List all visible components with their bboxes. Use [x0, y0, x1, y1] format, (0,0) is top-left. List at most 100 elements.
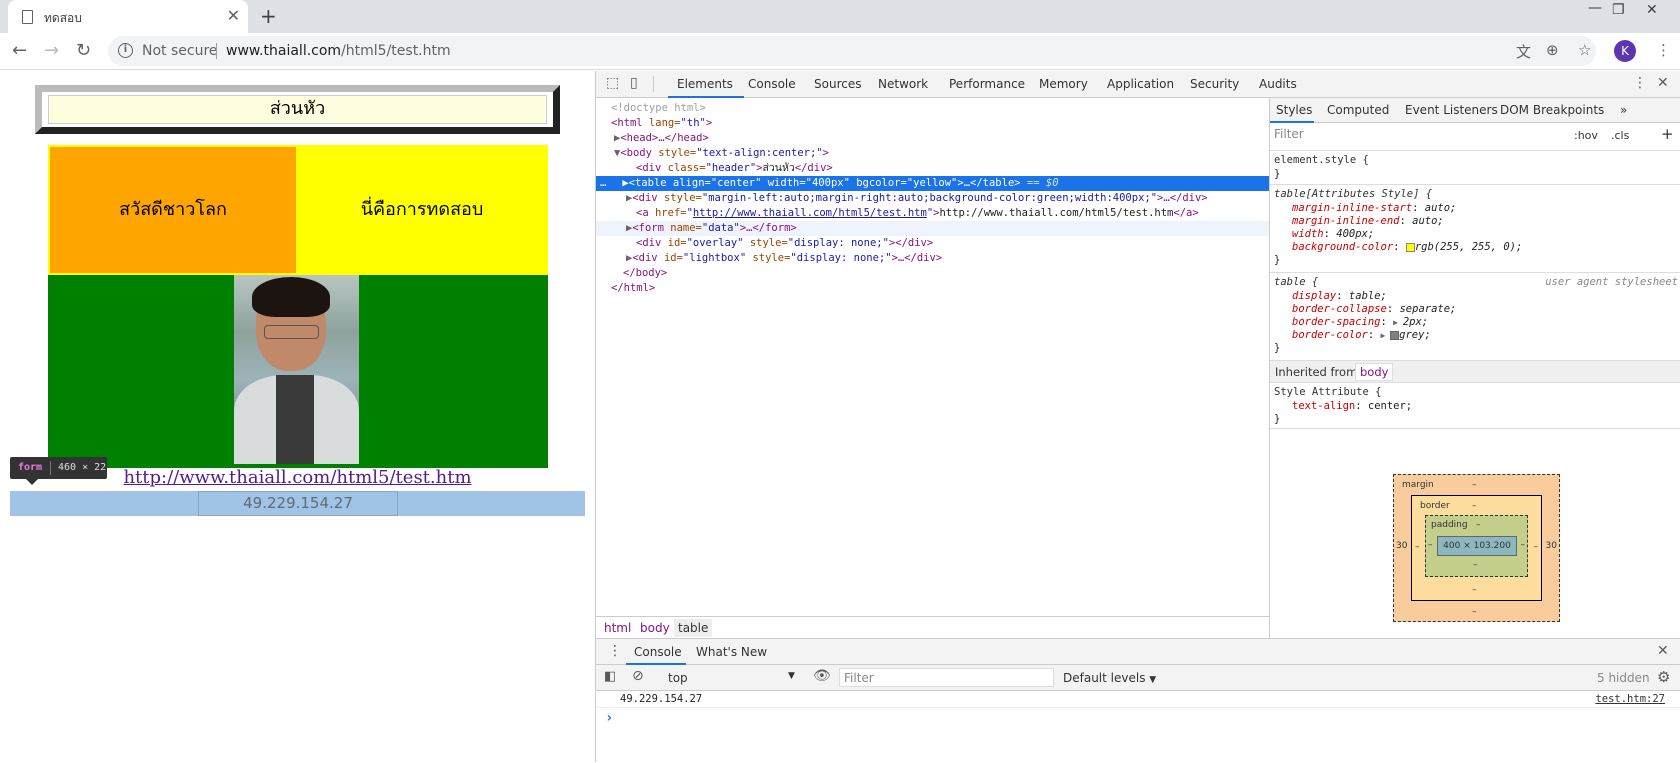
dom-line[interactable]: ▶<div id="lightbox" style="display: none…	[596, 251, 1269, 266]
page-link-text[interactable]: http://www.thaiall.com/html5/test.htm	[123, 467, 471, 488]
drawer-tab-whats-new[interactable]: What's New	[696, 645, 767, 659]
dom-line-hovered[interactable]: ▶<form name="data">…</form>	[596, 221, 1269, 236]
security-status[interactable]: Not secure	[142, 43, 218, 59]
tab-audits[interactable]: Audits	[1259, 77, 1297, 91]
box-model-content: 400 × 103.200	[1437, 536, 1517, 556]
tooltip-dims: 460 × 22	[58, 462, 107, 473]
tab-computed[interactable]: Computed	[1327, 103, 1389, 117]
tab-console[interactable]: Console	[748, 77, 796, 91]
avatar[interactable]: K	[1614, 40, 1636, 62]
dom-line[interactable]: </html>	[596, 281, 1269, 296]
styles-filter-input[interactable]: Filter	[1274, 127, 1574, 145]
bookmark-star-icon[interactable]: ☆	[1578, 41, 1591, 59]
add-rule-icon[interactable]: +	[1661, 125, 1674, 143]
page-icon	[22, 10, 33, 24]
inherited-header: Inherited from body	[1270, 360, 1680, 382]
console-filter-input[interactable]: Filter	[839, 668, 1054, 687]
url-path: /html5/test.htm	[341, 43, 451, 59]
context-select[interactable]: top	[668, 671, 688, 685]
dom-line[interactable]: ▶<head>…</head>	[596, 131, 1269, 146]
drawer-tabbar: ⋮ Console What's New ✕	[596, 639, 1680, 665]
tab-elements[interactable]: Elements	[677, 77, 733, 91]
dom-line[interactable]: <div id="overlay" style="display: none;"…	[596, 236, 1269, 251]
ip-input[interactable]: 49.229.154.27	[198, 491, 398, 516]
inherited-tag[interactable]: body	[1355, 363, 1394, 381]
info-icon[interactable]: i	[118, 43, 133, 58]
forward-icon[interactable]: →	[44, 40, 59, 61]
address-bar[interactable]: i Not secure www.thaiall.com/html5/test.…	[108, 36, 1596, 66]
eye-icon[interactable]: 👁	[813, 668, 831, 684]
inspect-element-icon[interactable]: ⬚	[606, 75, 619, 91]
tab-performance[interactable]: Performance	[949, 77, 1025, 91]
breadcrumb-body[interactable]: body	[640, 621, 670, 635]
hov-toggle[interactable]: :hov	[1574, 129, 1598, 142]
css-property[interactable]: border-collapse: separate;	[1292, 302, 1456, 316]
tab-event-listeners[interactable]: Event Listeners	[1405, 103, 1498, 117]
cls-toggle[interactable]: .cls	[1611, 129, 1629, 142]
tab-network[interactable]: Network	[878, 77, 928, 91]
rule-table-ua: table { user agent stylesheet display: t…	[1270, 272, 1680, 360]
color-swatch[interactable]	[1390, 330, 1400, 340]
page-header: ส่วนหัว	[48, 95, 547, 124]
clear-console-icon[interactable]: ⊘	[632, 668, 644, 684]
css-property[interactable]: width: 400px;	[1292, 227, 1374, 241]
hidden-count: 5 hidden	[1597, 671, 1650, 685]
green-div	[48, 275, 548, 468]
close-window-icon[interactable]: ✕	[1646, 2, 1658, 18]
css-property[interactable]: border-color: ▶ grey;	[1292, 328, 1431, 343]
dom-line[interactable]: <a href="http://www.thaiall.com/html5/te…	[596, 206, 1269, 221]
css-property[interactable]: margin-inline-end: auto;	[1292, 214, 1444, 228]
dom-line-selected[interactable]: … ▶<table align="center" width="400px" bg…	[596, 176, 1269, 191]
css-property[interactable]: background-color: rgb(255, 255, 0);	[1292, 240, 1522, 254]
dom-line[interactable]: <div class="header">ส่วนหัว</div>	[596, 161, 1269, 176]
url-text[interactable]: www.thaiall.com/html5/test.htm	[226, 43, 451, 59]
restore-icon[interactable]: ❐	[1612, 2, 1625, 18]
tab-title: ทดสอบ	[44, 11, 82, 25]
source-link[interactable]: test.htm:27	[1595, 693, 1665, 705]
new-tab-button[interactable]: +	[260, 4, 277, 28]
styles-tabbar: Styles Computed Event Listeners DOM Brea…	[1270, 98, 1680, 123]
css-property[interactable]: margin-inline-start: auto;	[1292, 201, 1456, 215]
drawer-menu-icon[interactable]: ⋮	[608, 643, 622, 659]
back-icon[interactable]: ←	[12, 40, 27, 61]
translate-icon[interactable]: 文	[1516, 41, 1531, 62]
dom-line[interactable]: ▶<div style="margin-left:auto;margin-rig…	[596, 191, 1269, 206]
drawer-tab-console[interactable]: Console	[634, 645, 682, 659]
css-property[interactable]: text-align: center;	[1292, 399, 1412, 413]
color-swatch[interactable]	[1405, 242, 1415, 252]
tooltip-tag: form	[18, 462, 43, 473]
dom-line[interactable]: <html lang="th">	[596, 116, 1269, 131]
close-drawer-icon[interactable]: ✕	[1657, 643, 1669, 659]
chevron-down-icon[interactable]: ▼	[788, 671, 795, 681]
customize-icon[interactable]: ⋮	[1633, 75, 1647, 91]
device-toolbar-icon[interactable]: ▯	[630, 75, 638, 91]
rule-element-style: element.style { }	[1270, 150, 1680, 184]
tab-styles[interactable]: Styles	[1276, 103, 1312, 117]
dom-line[interactable]: <!doctype html>	[596, 101, 1269, 116]
tab-application[interactable]: Application	[1107, 77, 1174, 91]
minimize-icon[interactable]: —	[1588, 0, 1602, 16]
gear-icon[interactable]: ⚙	[1657, 668, 1670, 686]
box-model-padding: padding – – – – 400 × 103.200	[1425, 515, 1528, 577]
breadcrumb-html[interactable]: html	[604, 621, 631, 635]
chevron-down-icon: ▼	[1149, 675, 1157, 685]
css-property[interactable]: display: table;	[1292, 289, 1387, 303]
dom-line[interactable]: ▼<body style="text-align:center;">	[596, 146, 1269, 161]
tab-memory[interactable]: Memory	[1039, 77, 1088, 91]
tab-dom-breakpoints[interactable]: DOM Breakpoints	[1500, 103, 1604, 117]
menu-icon[interactable]: ⋮	[1656, 41, 1671, 59]
reload-icon[interactable]: ↻	[76, 40, 91, 61]
levels-select[interactable]: Default levels ▼	[1063, 671, 1156, 685]
close-devtools-icon[interactable]: ✕	[1657, 75, 1669, 91]
console-prompt[interactable]: ›	[605, 710, 613, 726]
styles-pane: Styles Computed Event Listeners DOM Brea…	[1269, 98, 1680, 638]
dom-line[interactable]: </body>	[596, 266, 1269, 281]
close-tab-icon[interactable]: ✕	[227, 6, 240, 25]
tab-sources[interactable]: Sources	[814, 77, 861, 91]
tab-security[interactable]: Security	[1190, 77, 1239, 91]
more-tabs-icon[interactable]: »	[1620, 103, 1627, 117]
breadcrumb-table[interactable]: table	[674, 619, 713, 637]
zoom-icon[interactable]: ⊕	[1546, 41, 1559, 59]
browser-tab[interactable]: ทดสอบ ✕	[8, 0, 248, 33]
sidebar-toggle-icon[interactable]: ◧	[604, 669, 616, 684]
